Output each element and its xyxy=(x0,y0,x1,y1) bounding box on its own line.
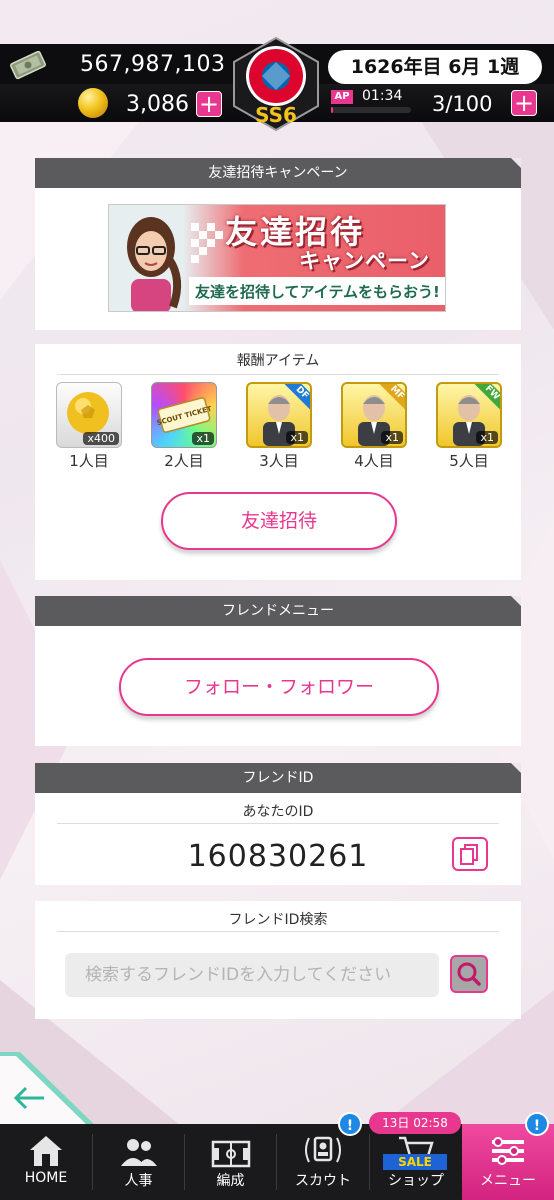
nav-personnel[interactable]: 人事 xyxy=(93,1124,184,1200)
reward-qty: x400 xyxy=(83,432,119,445)
reward-label: 5人目 xyxy=(449,452,489,470)
character-illustration xyxy=(127,217,182,311)
club-logo: SS6 xyxy=(233,36,319,132)
nav-scout[interactable]: スカウト xyxy=(277,1124,369,1200)
reward-label: 3人目 xyxy=(259,452,299,470)
reward-item-5[interactable]: FW x1 5人目 xyxy=(436,382,502,471)
home-icon xyxy=(30,1136,62,1166)
reward-qty: x1 xyxy=(286,431,308,444)
ap-timer: 01:34 xyxy=(362,88,403,104)
reward-card: MF x1 xyxy=(341,382,407,448)
friend-search-divider xyxy=(57,931,499,932)
season-date: 1626年目 6月 1週 xyxy=(328,50,542,84)
reward-card: SCOUT TICKET x1 xyxy=(151,382,217,448)
copy-id-button[interactable] xyxy=(452,837,488,871)
nav-shop-label: ショップ xyxy=(388,1173,444,1189)
friend-search-title: フレンドID検索 xyxy=(228,912,328,928)
campaign-panel: 友達招待キャンペーン 友達招待 キャンペーン 友達を招待してアイテムをもらおう! xyxy=(35,158,521,330)
add-coins-button[interactable]: + xyxy=(196,91,222,117)
banner-caption: 友達を招待してアイテムをもらおう! xyxy=(195,283,440,301)
reward-item-3[interactable]: DF x1 3人目 xyxy=(246,382,312,471)
ap-badge: AP xyxy=(331,90,353,104)
reward-qty: x1 xyxy=(192,432,214,445)
bottom-navigation: HOME 人事 編成 スカウト ショップ メニュー xyxy=(0,1124,554,1200)
banner-subtitle: キャンペーン xyxy=(299,249,430,273)
ap-count: 3/100 xyxy=(432,92,493,116)
friend-search-panel: フレンドID検索 xyxy=(35,901,521,1019)
copy-icon xyxy=(460,844,478,865)
reward-label: 1人目 xyxy=(69,452,109,470)
ap-progress-bar xyxy=(331,107,411,113)
back-button[interactable] xyxy=(0,1052,100,1126)
reward-item-2[interactable]: SCOUT TICKET x1 2人目 xyxy=(151,382,217,471)
friend-id-search-input[interactable] xyxy=(65,953,439,997)
reward-item-1[interactable]: x400 1人目 xyxy=(56,382,122,471)
coin-icon xyxy=(78,88,108,118)
nav-personnel-label: 人事 xyxy=(124,1173,153,1189)
friend-id-header: フレンドID xyxy=(35,763,521,793)
menu-icon xyxy=(492,1137,524,1165)
ap-progress-fill xyxy=(331,107,334,113)
friend-id-divider xyxy=(57,823,499,824)
friend-id-panel: フレンドID あなたのID 160830261 xyxy=(35,763,521,885)
coin-amount: 3,086 xyxy=(126,92,189,117)
friend-menu-panel: フレンドメニュー フォロー・フォロワー xyxy=(35,596,521,746)
sale-tag: SALE xyxy=(383,1154,447,1170)
add-ap-button[interactable]: + xyxy=(511,90,537,116)
reward-item-4[interactable]: MF x1 4人目 xyxy=(341,382,407,471)
back-arrow-icon xyxy=(0,1052,96,1126)
rewards-title: 報酬アイテム xyxy=(236,353,320,369)
search-icon xyxy=(457,962,481,986)
reward-label: 2人目 xyxy=(164,452,204,470)
rewards-panel: 報酬アイテム x400 1人目 SCOUT TICKET x1 2人目 DF x… xyxy=(35,344,521,580)
nav-home-label: HOME xyxy=(24,1170,68,1186)
money-amount: 567,987,103 xyxy=(80,52,226,77)
pitch-icon xyxy=(211,1140,250,1168)
invite-friend-button[interactable]: 友達招待 xyxy=(161,492,397,550)
reward-qty: x1 xyxy=(476,431,498,444)
follow-follower-button[interactable]: フォロー・フォロワー xyxy=(119,658,439,716)
people-icon xyxy=(120,1139,157,1166)
rewards-list: x400 1人目 SCOUT TICKET x1 2人目 DF x1 3人目 M… xyxy=(35,382,521,472)
nav-home[interactable]: HOME xyxy=(0,1124,92,1200)
campaign-header: 友達招待キャンペーン xyxy=(35,158,521,188)
your-id-value: 160830261 xyxy=(187,839,369,874)
nav-formation[interactable]: 編成 xyxy=(185,1124,276,1200)
your-id-label: あなたのID xyxy=(242,804,314,820)
sale-timer: 13日 02:58 xyxy=(369,1112,461,1134)
friend-menu-header: フレンドメニュー xyxy=(35,596,521,626)
money-icon xyxy=(10,50,46,80)
nav-menu-label: メニュー xyxy=(480,1173,536,1189)
reward-qty: x1 xyxy=(381,431,403,444)
menu-notification-badge: ! xyxy=(525,1112,549,1136)
status-header: 567,987,103 3,086 + SS6 1626年目 6月 1週 AP … xyxy=(0,0,554,132)
nav-formation-label: 編成 xyxy=(216,1173,245,1189)
reward-card: FW x1 xyxy=(436,382,502,448)
scout-badge-icon xyxy=(305,1136,341,1163)
reward-label: 4人目 xyxy=(354,452,394,470)
scout-notification-badge: ! xyxy=(338,1112,362,1136)
logo-text: SS6 xyxy=(255,103,297,127)
rewards-divider xyxy=(57,374,499,375)
nav-scout-label: スカウト xyxy=(295,1173,351,1189)
reward-card: DF x1 xyxy=(246,382,312,448)
reward-card: x400 xyxy=(56,382,122,448)
campaign-banner[interactable]: 友達招待 キャンペーン 友達を招待してアイテムをもらおう! xyxy=(108,204,446,312)
search-button[interactable] xyxy=(450,955,488,993)
